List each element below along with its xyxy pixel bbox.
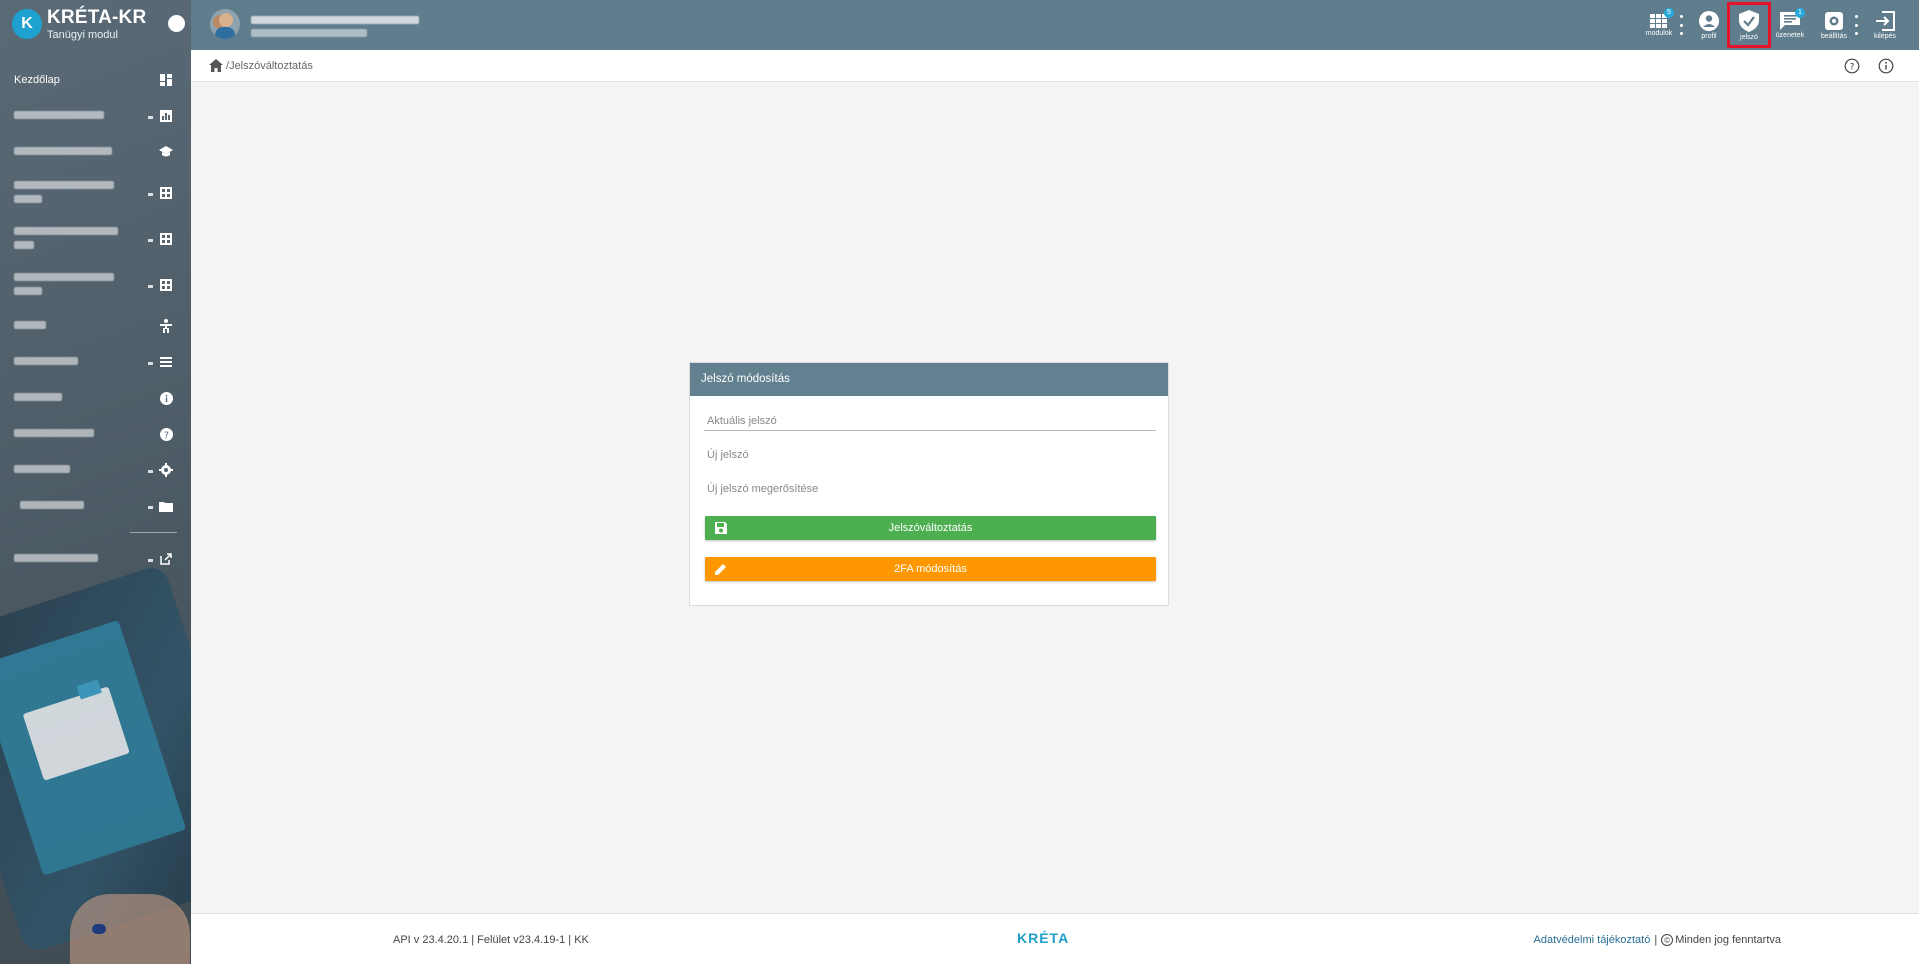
user-info-redacted xyxy=(251,24,367,42)
new-password-field[interactable]: Új jelszó xyxy=(704,449,1156,461)
app-subtitle: Tanügyi modul xyxy=(47,29,118,41)
list-icon xyxy=(159,355,173,369)
sidebar-background-hand xyxy=(70,894,190,964)
footer-legal: Adatvédelmi tájékoztató | © Minden jog f… xyxy=(1534,934,1781,946)
rights-text: Minden jog fenntartva xyxy=(1675,934,1781,946)
sidebar-item[interactable] xyxy=(0,308,191,344)
chart-icon xyxy=(159,109,173,123)
logout-icon xyxy=(1876,10,1895,31)
sidebar-item[interactable] xyxy=(0,452,191,488)
sidebar-background-nail xyxy=(92,924,106,934)
external-link-icon xyxy=(159,552,173,566)
folder-icon xyxy=(159,499,173,513)
table-icon xyxy=(159,186,173,200)
messages-button[interactable]: üzenetek 1 xyxy=(1770,0,1810,50)
footer-separator: | xyxy=(1654,934,1658,946)
current-password-field[interactable]: Aktuális jelszó xyxy=(704,415,1156,431)
breadcrumb-bar: / Jelszóváltoztatás ? xyxy=(191,50,1919,82)
confirm-password-field[interactable]: Új jelszó megerősítése xyxy=(704,483,1156,495)
svg-text:?: ? xyxy=(1850,63,1855,73)
change-password-button[interactable]: Jelszóváltoztatás xyxy=(705,516,1156,540)
copyright-icon: © xyxy=(1661,934,1674,946)
confirm-password-placeholder: Új jelszó megerősítése xyxy=(707,483,819,495)
user-avatar[interactable] xyxy=(210,9,240,39)
gear-icon xyxy=(159,463,173,477)
info-icon[interactable] xyxy=(1878,58,1894,74)
table-icon xyxy=(159,232,173,246)
settings-button[interactable]: beállítás xyxy=(1814,0,1854,50)
sidebar-item[interactable]: ? xyxy=(0,416,191,452)
version-info: API v 23.4.20.1 | Felület v23.4.19-1 | K… xyxy=(393,934,589,946)
current-password-placeholder: Aktuális jelszó xyxy=(707,415,777,427)
svg-text:?: ? xyxy=(164,431,169,441)
sidebar-item[interactable] xyxy=(0,488,191,524)
sidebar-item[interactable] xyxy=(0,344,191,380)
profile-button[interactable]: profil xyxy=(1689,0,1729,50)
logout-label: kilépés xyxy=(1874,32,1896,40)
modules-label: modulok xyxy=(1645,29,1673,37)
sidebar: K KRÉTA-KR Tanügyi modul Kezdőlap ? xyxy=(0,0,191,964)
active-highlight-box xyxy=(1727,2,1771,48)
table-icon xyxy=(159,278,173,292)
help-icon: ? xyxy=(159,427,173,441)
privacy-link[interactable]: Adatvédelmi tájékoztató xyxy=(1534,934,1651,946)
sidebar-nav: Kezdőlap ? xyxy=(0,62,191,577)
sidebar-item[interactable] xyxy=(0,541,191,577)
pencil-icon xyxy=(715,564,726,575)
sidebar-divider xyxy=(130,532,177,533)
save-icon xyxy=(715,522,727,534)
sidebar-item[interactable] xyxy=(0,98,191,134)
school-icon xyxy=(159,145,173,159)
new-password-placeholder: Új jelszó xyxy=(707,449,749,461)
password-change-card: Jelszó módosítás Aktuális jelszó Új jels… xyxy=(689,362,1169,606)
sidebar-item[interactable] xyxy=(0,262,191,308)
top-bar: modulok 5 profil jelszó üzenetek 1 beáll… xyxy=(191,0,1919,50)
dashboard-icon xyxy=(159,73,173,87)
sidebar-item[interactable] xyxy=(0,380,191,416)
sidebar-item[interactable] xyxy=(0,170,191,216)
accessibility-icon xyxy=(159,319,173,333)
twofa-label: 2FA módosítás xyxy=(894,563,967,575)
card-title: Jelszó módosítás xyxy=(690,363,1168,396)
sidebar-item[interactable] xyxy=(0,216,191,262)
breadcrumb-current: Jelszóváltoztatás xyxy=(229,59,313,72)
sidebar-item-kezdolap[interactable]: Kezdőlap xyxy=(0,62,191,98)
info-icon xyxy=(159,391,173,405)
profile-label: profil xyxy=(1701,32,1717,40)
kreta-logo[interactable]: K xyxy=(12,9,42,39)
twofa-button[interactable]: 2FA módosítás xyxy=(705,557,1156,581)
modules-button[interactable]: modulok 5 xyxy=(1639,0,1679,50)
sidebar-item[interactable] xyxy=(0,134,191,170)
messages-label: üzenetek xyxy=(1775,31,1805,39)
more-vertical-icon[interactable] xyxy=(1855,15,1859,35)
home-icon[interactable] xyxy=(209,59,223,72)
messages-badge: 1 xyxy=(1795,8,1805,18)
gear-icon xyxy=(1825,11,1843,30)
settings-label: beállítás xyxy=(1820,32,1848,40)
top-actions: modulok 5 profil jelszó üzenetek 1 beáll… xyxy=(1639,0,1919,50)
breadcrumb: / Jelszóváltoztatás xyxy=(209,59,313,72)
sidebar-toggle[interactable] xyxy=(168,15,185,32)
modules-badge: 5 xyxy=(1664,8,1674,18)
more-vertical-icon[interactable] xyxy=(1680,15,1684,35)
logout-button[interactable]: kilépés xyxy=(1865,0,1905,50)
app-title: KRÉTA-KR xyxy=(47,7,147,28)
help-icon[interactable]: ? xyxy=(1844,58,1860,74)
footer: API v 23.4.20.1 | Felület v23.4.19-1 | K… xyxy=(191,913,1919,964)
footer-kreta-logo: KRÉTA xyxy=(1017,930,1070,946)
change-password-label: Jelszóváltoztatás xyxy=(888,522,973,534)
account-icon xyxy=(1699,10,1719,31)
